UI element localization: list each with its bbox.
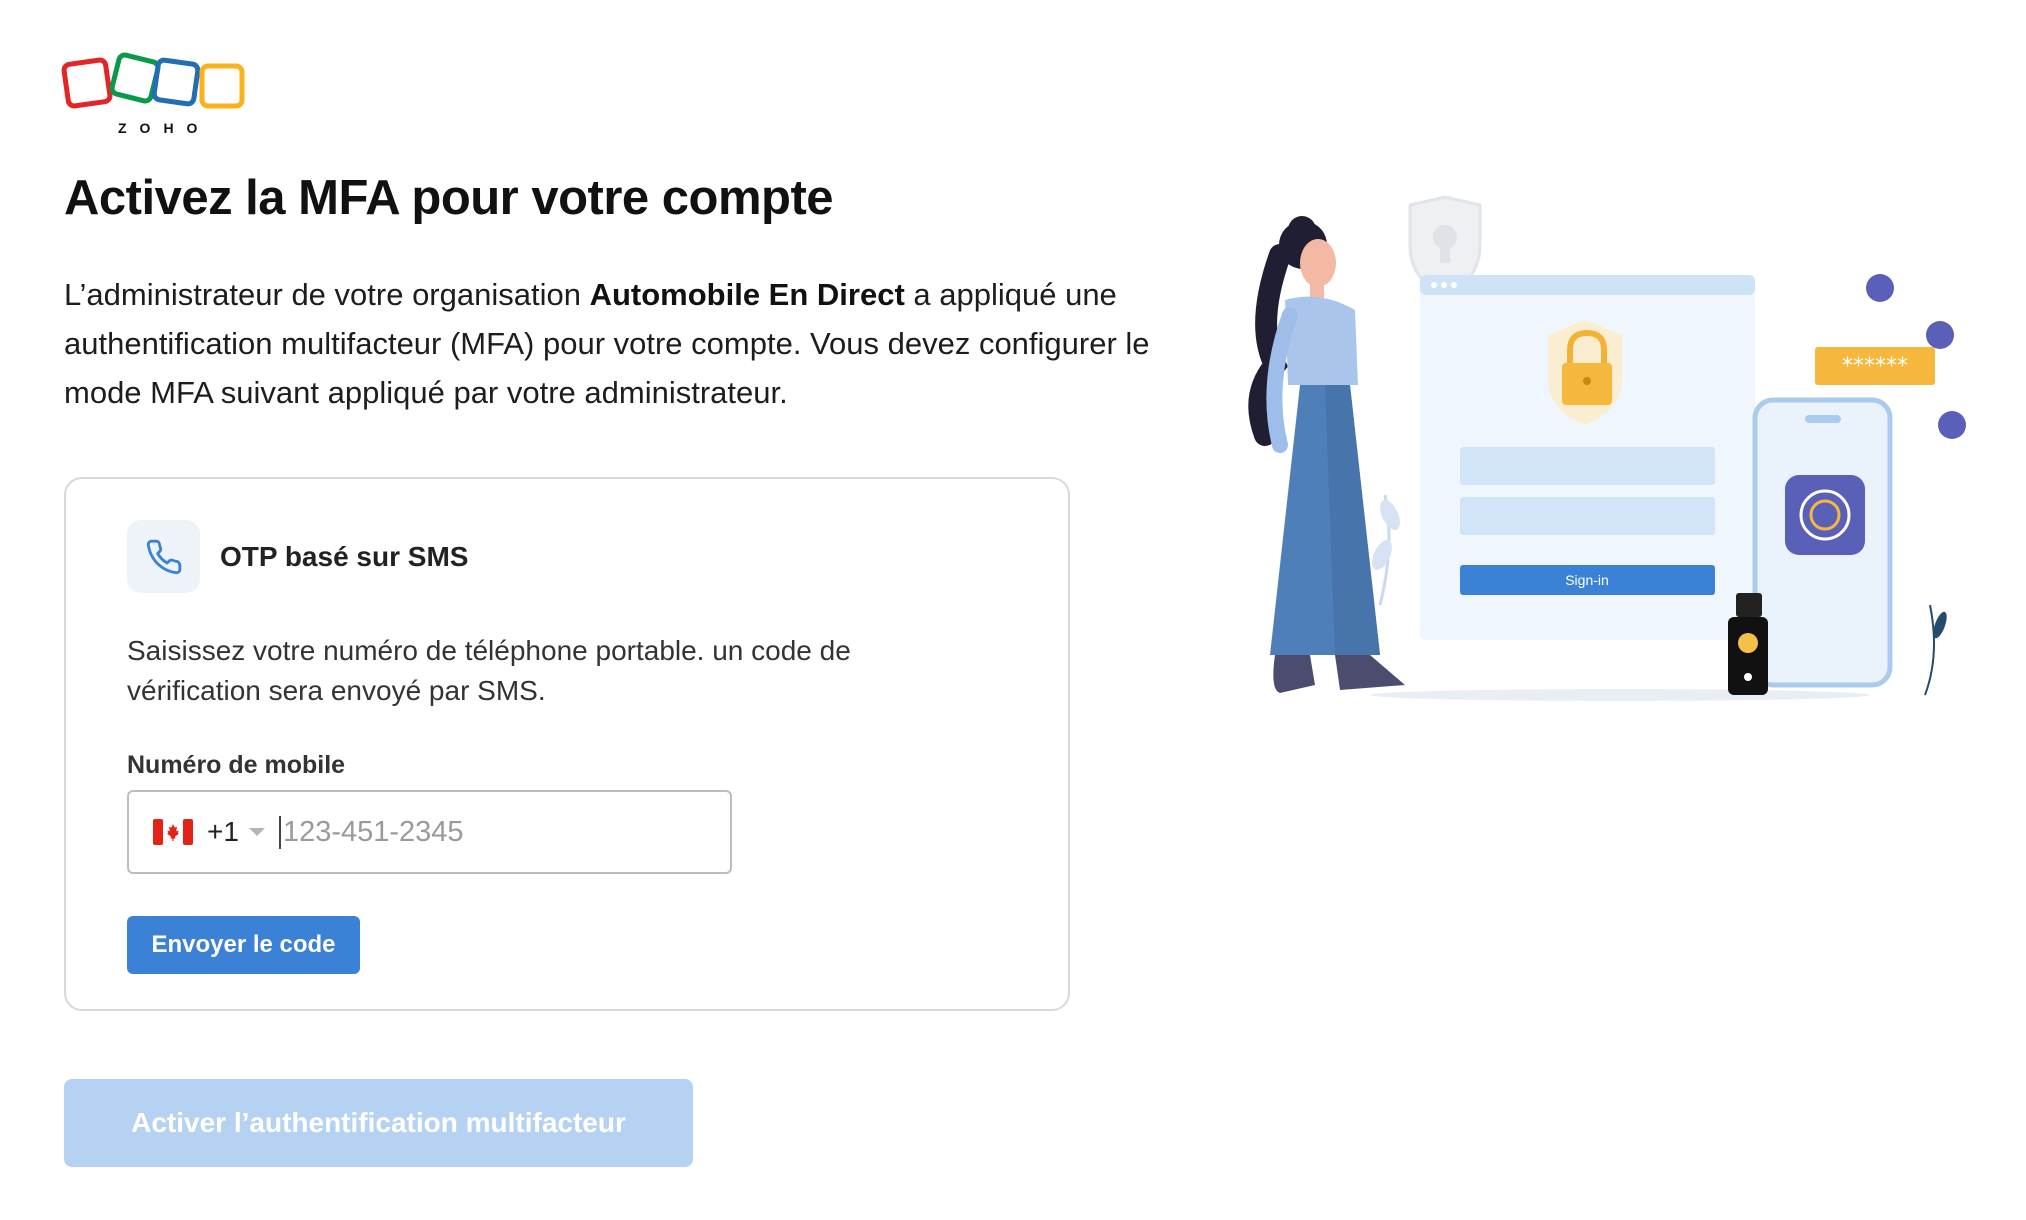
- mobile-number-label: Numéro de mobile: [127, 751, 346, 779]
- page-description: L’administrateur de votre organisation A…: [64, 270, 1164, 417]
- zoho-logo-mark: [61, 52, 245, 109]
- send-code-button[interactable]: Envoyer le code: [127, 916, 360, 974]
- signin-button-illustration: Sign-in: [1565, 572, 1609, 588]
- mobile-number-field: +1: [127, 790, 732, 874]
- mfa-illustration: Sign-in ******: [1240, 185, 2000, 725]
- description-before: L’administrateur de votre organisation: [64, 277, 590, 312]
- country-selector[interactable]: +1: [129, 816, 265, 848]
- dial-code: +1: [207, 816, 239, 847]
- organization-name: Automobile En Direct: [589, 277, 905, 312]
- password-mask-illustration: ******: [1842, 354, 1908, 379]
- canada-flag-icon: [153, 819, 193, 845]
- method-instructions: Saisissez votre numéro de téléphone port…: [127, 635, 851, 706]
- page-title: Activez la MFA pour votre compte: [64, 171, 834, 225]
- zoho-logo: ZOHO: [60, 52, 260, 142]
- mfa-method-card: OTP basé sur SMS Saisissez votre numéro …: [64, 477, 1070, 1011]
- logo-wordmark: ZOHO: [118, 120, 211, 136]
- enable-mfa-button[interactable]: Activer l’authentification multifacteur: [64, 1079, 693, 1167]
- page: ZOHO Activez la MFA pour votre compte L’…: [0, 0, 2026, 1220]
- method-title: OTP basé sur SMS: [220, 541, 469, 572]
- mobile-number-input[interactable]: [278, 815, 683, 849]
- chevron-down-icon: [248, 828, 265, 836]
- phone-icon: [127, 520, 200, 593]
